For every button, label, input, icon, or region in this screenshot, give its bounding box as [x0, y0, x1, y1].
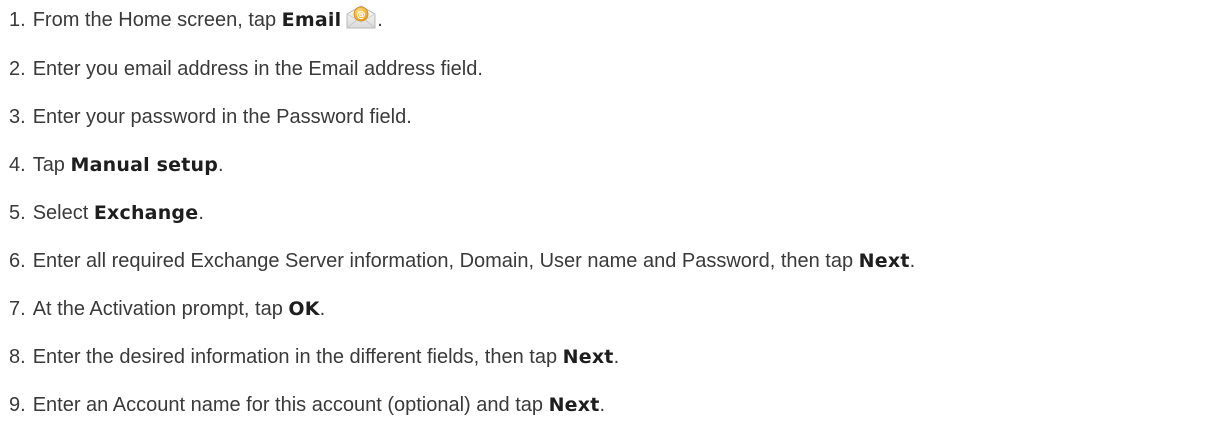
email-envelope-icon: @	[345, 4, 377, 30]
step-text: Enter an Account name for this account (…	[32, 394, 549, 416]
step-text-end: .	[599, 394, 606, 416]
step-text: Enter you email address in the Email add…	[32, 58, 483, 80]
step-7: 7. At the Activation prompt, tap OK.	[9, 294, 325, 324]
step-number: 3.	[9, 106, 26, 128]
step-number: 1.	[9, 9, 26, 31]
step-text-end: .	[377, 9, 383, 31]
step-text-end: .	[198, 202, 204, 224]
step-bold-term: Exchange	[93, 202, 199, 224]
step-1: 1. From the Home screen, tap Email @ .	[9, 4, 383, 34]
step-bold-term: Next	[858, 250, 910, 272]
step-bold-term: Next	[548, 394, 600, 416]
step-text-end: .	[613, 346, 620, 368]
step-text: Enter the desired information in the dif…	[32, 346, 563, 368]
step-number: 5.	[9, 202, 26, 224]
step-text: Enter all required Exchange Server infor…	[32, 250, 859, 272]
step-text: Select	[32, 202, 94, 224]
step-text: From the Home screen, tap	[32, 9, 282, 31]
step-number: 7.	[9, 298, 26, 320]
step-text: Enter your password in the Password fiel…	[32, 106, 412, 128]
step-text: At the Activation prompt, tap	[32, 298, 289, 320]
step-4: 4. Tap Manual setup.	[9, 150, 224, 180]
step-6: 6. Enter all required Exchange Server inf…	[9, 246, 915, 276]
step-text: Tap	[32, 154, 71, 176]
step-bold-term: OK	[288, 298, 320, 320]
step-bold-term: Email	[281, 9, 342, 31]
step-text-end: .	[319, 298, 326, 320]
svg-text:@: @	[357, 11, 366, 21]
step-2: 2. Enter you email address in the Email a…	[9, 54, 483, 84]
step-number: 2.	[9, 58, 26, 80]
step-text-end: .	[909, 250, 916, 272]
step-number: 6.	[9, 250, 26, 272]
step-text-end: .	[218, 154, 224, 176]
step-number: 4.	[9, 154, 26, 176]
step-number: 9.	[9, 394, 26, 416]
step-5: 5. Select Exchange.	[9, 198, 204, 228]
step-bold-term: Next	[562, 346, 614, 368]
step-9: 9. Enter an Account name for this account…	[9, 390, 605, 420]
step-number: 8.	[9, 346, 26, 368]
step-3: 3. Enter your password in the Password fi…	[9, 102, 412, 132]
step-bold-term: Manual setup	[70, 154, 219, 176]
step-8: 8. Enter the desired information in the d…	[9, 342, 619, 372]
